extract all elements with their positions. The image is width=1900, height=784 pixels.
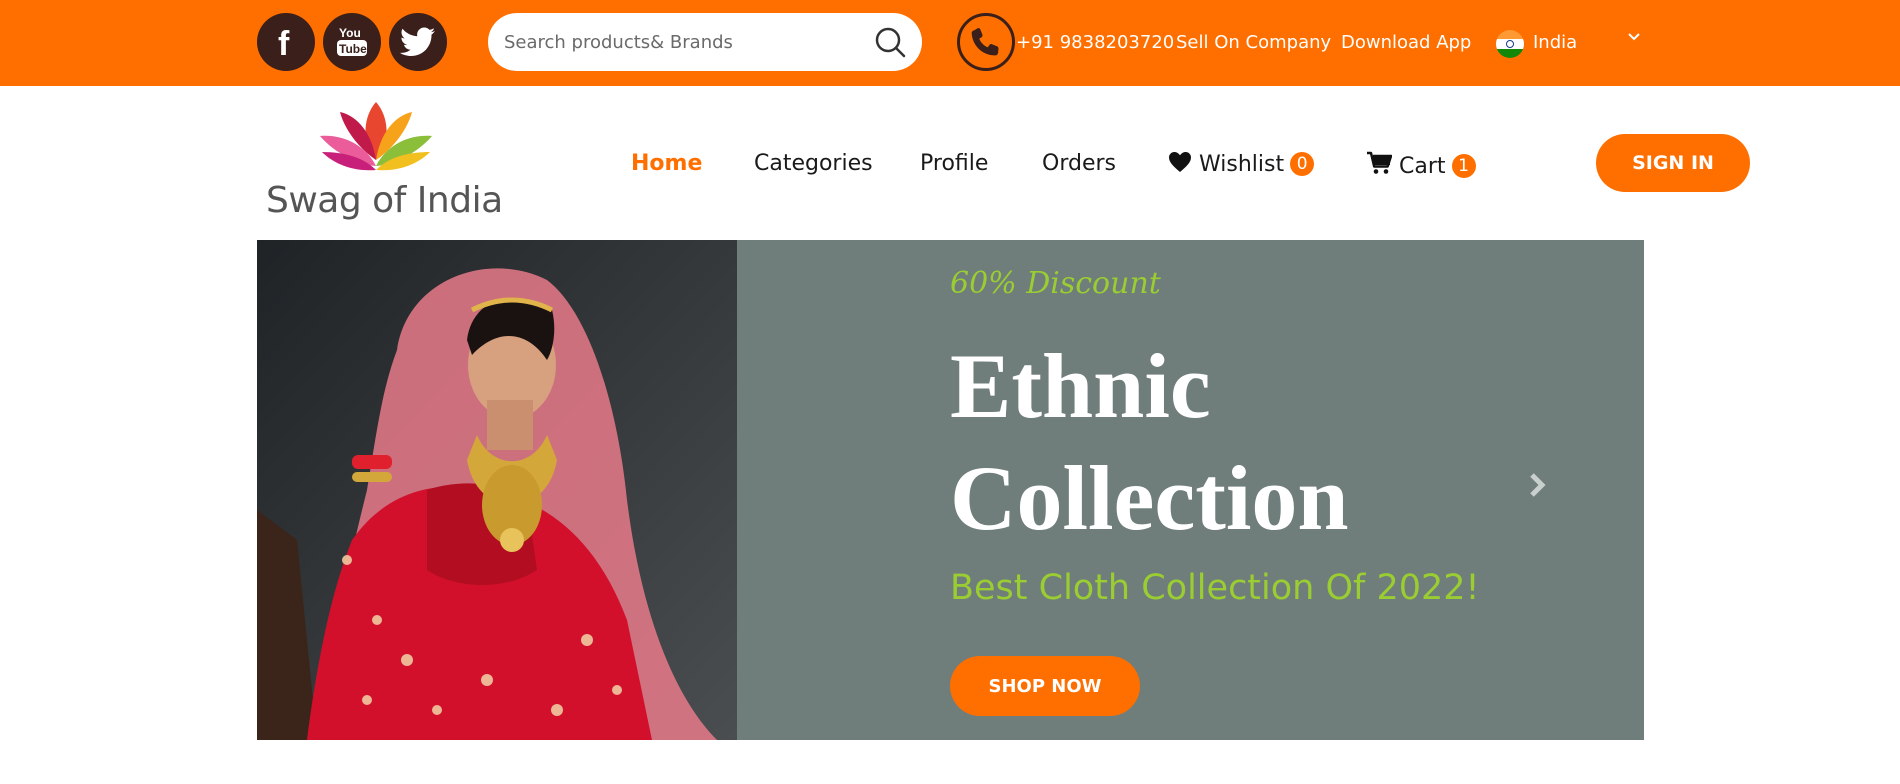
banner-title: Ethnic Collection: [950, 330, 1349, 554]
youtube-icon[interactable]: You Tube: [323, 13, 381, 71]
phone-number[interactable]: +91 9838203720: [1016, 32, 1174, 53]
bride-photo: [257, 240, 737, 740]
nav-categories[interactable]: Categories: [754, 151, 873, 176]
facebook-icon[interactable]: f: [257, 13, 315, 71]
svg-text:You: You: [339, 26, 361, 40]
wishlist-count-badge: 0: [1290, 152, 1315, 176]
heart-icon: [1169, 152, 1191, 172]
banner-title-line2: Collection: [950, 447, 1349, 549]
cart-label: Cart: [1399, 154, 1446, 179]
india-flag-icon: [1496, 30, 1524, 58]
banner-title-line1: Ethnic: [950, 335, 1211, 437]
cart-count-badge: 1: [1451, 154, 1476, 178]
search-box: [488, 13, 922, 71]
hero-banner: 60% Discount Ethnic Collection Best Clot…: [257, 240, 1644, 740]
country-select[interactable]: India: [1533, 32, 1577, 53]
banner-subtitle: Best Cloth Collection Of 2022!: [950, 568, 1480, 608]
phone-icon: [957, 13, 1015, 71]
svg-text:f: f: [278, 25, 290, 59]
nav-home[interactable]: Home: [631, 151, 702, 176]
chevron-down-icon[interactable]: [1627, 30, 1641, 44]
search-input[interactable]: [504, 13, 864, 71]
download-app-link[interactable]: Download App: [1341, 32, 1471, 53]
nav-wishlist[interactable]: Wishlist 0: [1168, 151, 1315, 177]
logo-text: Swag of India: [266, 180, 503, 221]
discount-label: 60% Discount: [950, 266, 1161, 301]
svg-text:Tube: Tube: [339, 42, 367, 56]
nav-cart[interactable]: Cart 1: [1366, 151, 1476, 179]
wishlist-label: Wishlist: [1199, 152, 1285, 177]
nav-orders[interactable]: Orders: [1042, 151, 1116, 176]
nav-profile[interactable]: Profile: [920, 151, 988, 176]
shop-now-button[interactable]: SHOP NOW: [950, 656, 1140, 716]
chevron-right-icon[interactable]: [1527, 472, 1547, 498]
cart-icon: [1367, 151, 1393, 174]
sell-on-company-link[interactable]: Sell On Company: [1176, 32, 1331, 53]
sign-in-button[interactable]: SIGN IN: [1596, 134, 1750, 192]
search-icon[interactable]: [874, 26, 906, 58]
twitter-icon[interactable]: [389, 13, 447, 71]
top-bar: f You Tube +91 9838203720 Sell On Compan…: [0, 0, 1900, 86]
